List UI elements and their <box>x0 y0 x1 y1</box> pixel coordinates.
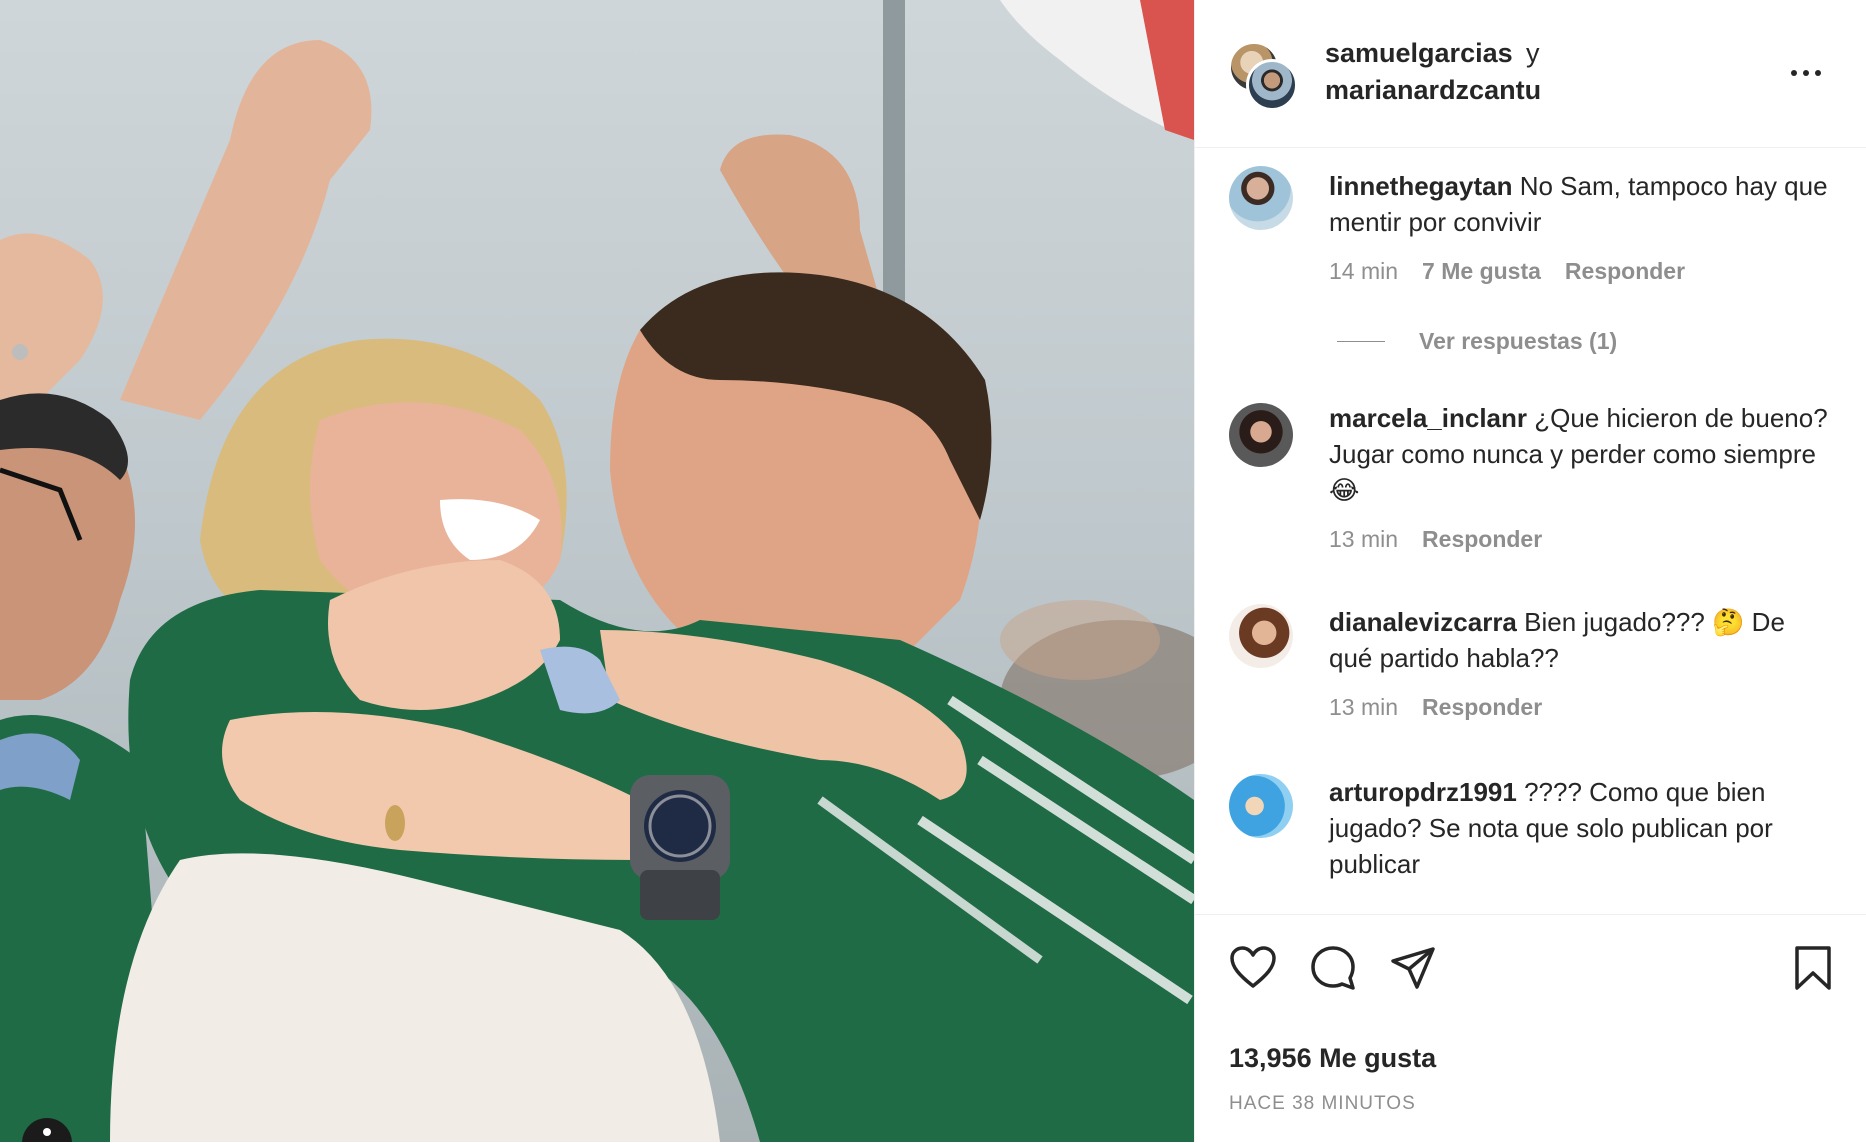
comment-time[interactable]: 13 min <box>1329 694 1398 721</box>
comment-meta: 13 min Responder <box>1329 526 1542 553</box>
comment-meta: 14 min 7 Me gusta Responder <box>1329 258 1685 285</box>
comment-username[interactable]: marcela_inclanr <box>1329 403 1527 433</box>
post-header: samuelgarcias y marianardzcantu <box>1195 0 1866 148</box>
comment-meta: 13 min Responder <box>1329 694 1542 721</box>
share-icon[interactable] <box>1389 945 1437 991</box>
comments-list[interactable]: linnethegaytan No Sam, tampoco hay que m… <box>1195 148 1866 914</box>
post-sidebar: samuelgarcias y marianardzcantu linnethe… <box>1194 0 1866 1142</box>
commenter-avatar[interactable] <box>1229 166 1293 230</box>
reply-button[interactable]: Responder <box>1422 694 1542 721</box>
comment-time[interactable]: 13 min <box>1329 526 1398 553</box>
commenter-avatar[interactable] <box>1229 774 1293 838</box>
more-options-icon[interactable] <box>1791 70 1821 76</box>
commenter-avatar[interactable] <box>1229 403 1293 467</box>
comment-icon[interactable] <box>1309 945 1357 991</box>
author-username-secondary[interactable]: marianardzcantu <box>1325 75 1541 106</box>
comment-username[interactable]: dianalevizcarra <box>1329 607 1517 637</box>
like-count[interactable]: 13,956 Me gusta <box>1229 1043 1436 1074</box>
author-avatar-secondary[interactable] <box>1246 59 1298 111</box>
post-timestamp[interactable]: HACE 38 MINUTOS <box>1229 1093 1416 1115</box>
comment-time[interactable]: 14 min <box>1329 258 1398 285</box>
heart-icon[interactable] <box>1229 945 1277 989</box>
view-replies-button[interactable]: Ver respuestas (1) <box>1337 328 1617 355</box>
comment-text-block: arturopdrz1991 ???? Como que bien jugado… <box>1329 774 1829 882</box>
comment-username[interactable]: linnethegaytan <box>1329 171 1512 201</box>
view-replies-label: Ver respuestas (1) <box>1419 328 1618 354</box>
reply-button[interactable]: Responder <box>1565 258 1685 285</box>
comment-username[interactable]: arturopdrz1991 <box>1329 777 1517 807</box>
comment-text-block: marcela_inclanr ¿Que hicieron de bueno? … <box>1329 400 1829 508</box>
comment-text-block: linnethegaytan No Sam, tampoco hay que m… <box>1329 168 1829 240</box>
post-photo[interactable] <box>0 0 1194 1142</box>
comment-likes[interactable]: 7 Me gusta <box>1422 258 1541 285</box>
dot <box>1803 70 1809 76</box>
dot <box>1791 70 1797 76</box>
comment-text-block: dianalevizcarra Bien jugado??? 🤔 De qué … <box>1329 604 1829 676</box>
author-connector: y <box>1526 38 1540 68</box>
photo-illustration <box>0 0 1194 1142</box>
reply-button[interactable]: Responder <box>1422 526 1542 553</box>
dot <box>1815 70 1821 76</box>
commenter-avatar[interactable] <box>1229 604 1293 668</box>
post-actions: 13,956 Me gusta HACE 38 MINUTOS <box>1195 914 1866 1143</box>
bookmark-icon[interactable] <box>1793 945 1833 991</box>
author-username-primary[interactable]: samuelgarcias <box>1325 38 1513 69</box>
replies-divider <box>1337 341 1385 342</box>
